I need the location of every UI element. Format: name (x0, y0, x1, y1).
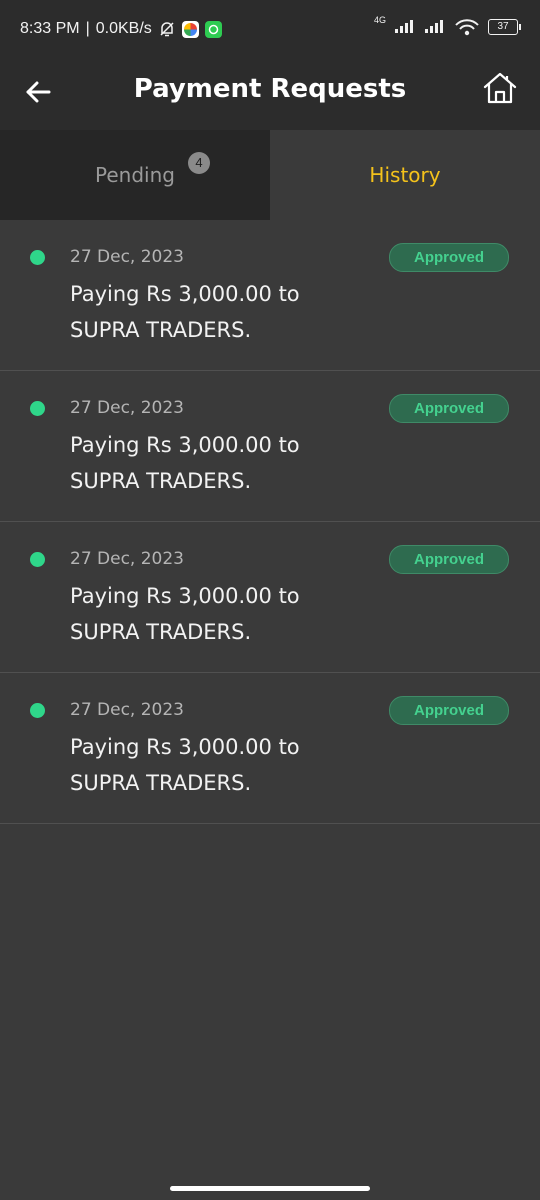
signal-icon-2 (424, 18, 446, 36)
tab-history-label: History (369, 163, 441, 187)
payment-request-list: 27 Dec, 2023 Paying Rs 3,000.00 to SUPRA… (0, 220, 540, 824)
item-description: Paying Rs 3,000.00 to SUPRA TRADERS. (70, 433, 300, 493)
home-icon (482, 71, 518, 109)
screen: 8:33 PM | 0.0KB/s 4G 37 Payment Requests… (0, 0, 540, 1200)
status-left: 8:33 PM | 0.0KB/s (20, 20, 222, 38)
status-right: 4G 37 (373, 15, 521, 36)
status-badge: Approved (389, 394, 509, 423)
item-description: Paying Rs 3,000.00 to SUPRA TRADERS. (70, 282, 300, 342)
network-type: 4G (373, 15, 386, 25)
list-item[interactable]: 27 Dec, 2023 Paying Rs 3,000.00 to SUPRA… (0, 371, 540, 522)
status-dot-icon (30, 250, 45, 265)
item-description: Paying Rs 3,000.00 to SUPRA TRADERS. (70, 735, 300, 795)
item-date: 27 Dec, 2023 (70, 700, 185, 720)
pending-count-badge: 4 (188, 152, 210, 174)
wifi-icon (454, 18, 480, 36)
list-item[interactable]: 27 Dec, 2023 Paying Rs 3,000.00 to SUPRA… (0, 522, 540, 673)
status-dot-icon (30, 552, 45, 567)
status-bar: 8:33 PM | 0.0KB/s 4G 37 (0, 0, 540, 58)
status-dot-icon (30, 401, 45, 416)
status-badge: Approved (389, 545, 509, 574)
tab-bar: Pending 4 History (0, 130, 540, 220)
tab-history[interactable]: History (270, 130, 540, 220)
list-item[interactable]: 27 Dec, 2023 Paying Rs 3,000.00 to SUPRA… (0, 673, 540, 824)
item-date: 27 Dec, 2023 (70, 549, 185, 569)
status-time: 8:33 PM (20, 20, 80, 37)
status-badge: Approved (389, 696, 509, 725)
signal-icon (394, 18, 416, 36)
status-badge: Approved (389, 243, 509, 272)
home-indicator[interactable] (170, 1186, 370, 1191)
network-speed: 0.0KB/s (95, 20, 152, 37)
app-header: Payment Requests (0, 58, 540, 130)
item-date: 27 Dec, 2023 (70, 247, 185, 267)
photos-app-icon (181, 20, 199, 38)
status-dot-icon (30, 703, 45, 718)
page-title: Payment Requests (133, 74, 407, 104)
home-button[interactable] (480, 70, 520, 110)
list-item[interactable]: 27 Dec, 2023 Paying Rs 3,000.00 to SUPRA… (0, 220, 540, 371)
tab-pending[interactable]: Pending 4 (0, 130, 270, 220)
tab-pending-label: Pending (95, 163, 175, 187)
muted-bell-icon (158, 20, 176, 38)
item-date: 27 Dec, 2023 (70, 398, 185, 418)
status-separator: | (85, 20, 90, 37)
battery-indicator: 37 (488, 19, 521, 35)
item-description: Paying Rs 3,000.00 to SUPRA TRADERS. (70, 584, 300, 644)
messaging-app-icon (204, 20, 222, 38)
